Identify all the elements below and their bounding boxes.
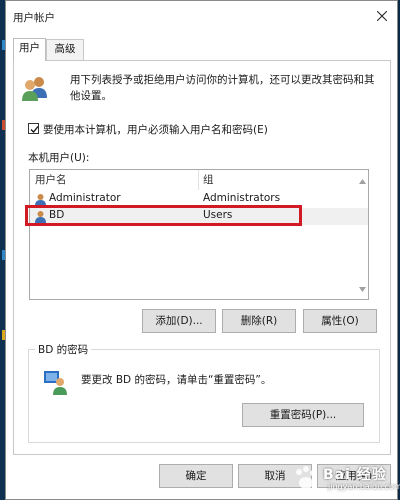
user-name: Administrator (49, 192, 121, 204)
column-separator[interactable] (198, 170, 199, 190)
properties-button[interactable]: 属性(O) (303, 309, 377, 333)
title-bar[interactable]: 用户帐户 (6, 1, 397, 32)
user-icon (35, 194, 46, 206)
password-group (28, 349, 380, 443)
column-header-username[interactable]: 用户名 (35, 170, 67, 190)
close-button[interactable] (369, 4, 395, 28)
user-password-icon (44, 371, 67, 395)
scroll-up-icon[interactable] (359, 179, 366, 184)
require-login-label: 要使用本计算机，用户必须输入用户名和密码(E) (43, 124, 268, 136)
local-users-label: 本机用户(U): (28, 152, 90, 164)
user-row-administrator[interactable]: Administrator Administrators (30, 191, 368, 208)
password-hint: 要更改 BD 的密码，请单击“重置密码”。 (81, 374, 272, 386)
user-list[interactable]: 用户名 组 Administrator Administrators BD Us… (29, 169, 369, 300)
baidu-watermark: Bai 经验 jingyan.baidu.com (288, 462, 400, 496)
remove-user-button[interactable]: 删除(R) (222, 309, 296, 333)
info-text: 用下列表授予或拒绝用户访问你的计算机，还可以更改其密码和其他设置。 (70, 74, 375, 102)
ok-button[interactable]: 确定 (159, 464, 233, 488)
user-group: Administrators (203, 192, 281, 204)
user-name: BD (49, 209, 65, 221)
password-group-title: BD 的密码 (35, 342, 92, 357)
paw-logo-icon (296, 466, 316, 489)
user-icon (35, 211, 46, 223)
scroll-down-icon[interactable] (359, 287, 366, 292)
tab-advanced[interactable]: 高级 (46, 39, 84, 60)
tab-users[interactable]: 用户 (13, 38, 46, 61)
require-login-checkbox[interactable] (28, 123, 39, 134)
user-accounts-window: 用户帐户 用户 高级 用下列表授予或拒绝用户访问你的计算机，还可以更改其密码和其… (5, 0, 398, 500)
window-title: 用户帐户 (13, 12, 55, 24)
users-icon (22, 77, 47, 101)
close-icon (377, 11, 387, 21)
column-header-group[interactable]: 组 (203, 170, 214, 190)
user-row-bd[interactable]: BD Users (30, 208, 368, 225)
watermark-url: jingyan.baidu.com (328, 482, 400, 491)
user-group: Users (203, 209, 233, 221)
watermark-text: Bai 经验 (323, 467, 387, 483)
checkmark-icon (30, 126, 39, 133)
add-user-button[interactable]: 添加(D)... (142, 309, 216, 333)
reset-password-button[interactable]: 重置密码(P)... (242, 403, 364, 427)
